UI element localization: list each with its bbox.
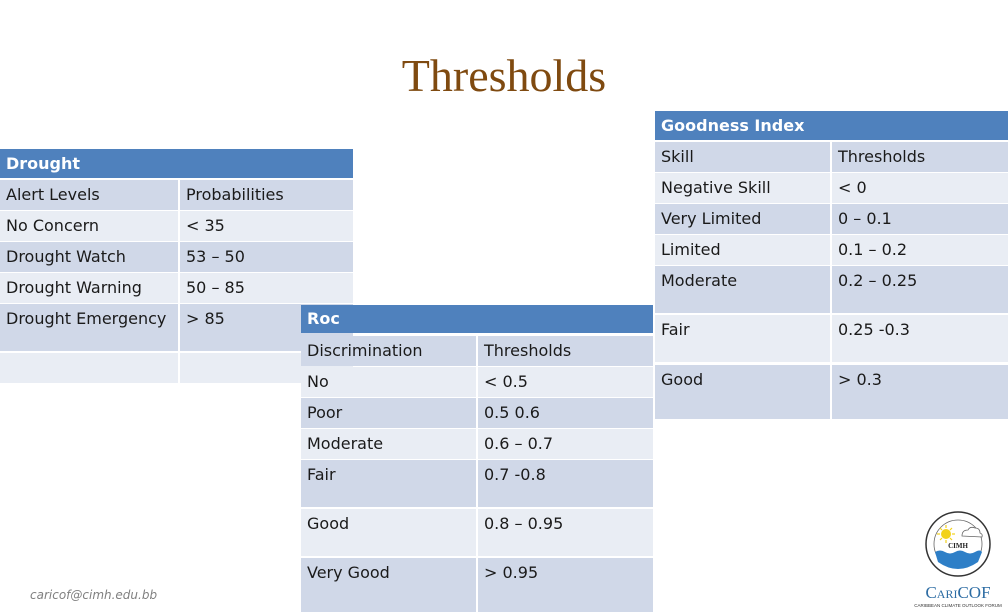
table-cell: 0.6 – 0.7 — [476, 429, 653, 459]
table-row: Very Limited 0 – 0.1 — [655, 204, 1008, 234]
table-cell: < 0.5 — [476, 367, 653, 397]
table-cell: 0.7 -0.8 — [476, 460, 653, 507]
svg-text:CIMH: CIMH — [948, 542, 968, 550]
table-row: Good 0.8 – 0.95 — [301, 509, 653, 556]
table-row: Moderate 0.6 – 0.7 — [301, 429, 653, 459]
table-cell: Good — [661, 370, 704, 389]
drought-table-header: Drought — [0, 149, 353, 178]
table-cell — [0, 353, 176, 383]
table-row: Skill Thresholds — [655, 142, 1008, 172]
column-header: Probabilities — [178, 180, 353, 210]
table-cell: Fair — [661, 320, 690, 339]
column-header: Skill — [661, 147, 694, 166]
table-cell: No Concern — [6, 216, 100, 235]
column-header: Thresholds — [476, 336, 653, 366]
roc-table-header: Roc — [301, 305, 653, 333]
cimh-caricof-logo: CIMH CARICOF CARIBBEAN CLIMATE OUTLOOK F… — [912, 510, 1004, 610]
column-header: Thresholds — [830, 142, 1008, 172]
table-cell: No — [307, 372, 329, 391]
table-row: Alert Levels Probabilities — [0, 180, 353, 210]
table-cell: Negative Skill — [661, 178, 771, 197]
table-cell: 50 – 85 — [178, 273, 353, 303]
table-cell: 0.2 – 0.25 — [830, 266, 1008, 313]
table-cell: > 0.3 — [830, 365, 1008, 419]
footer-email: caricof@cimh.edu.bb — [30, 588, 158, 602]
svg-text:CARIBBEAN CLIMATE OUTLOOK FORU: CARIBBEAN CLIMATE OUTLOOK FORUM — [914, 603, 1002, 608]
table-cell: Limited — [661, 240, 721, 259]
table-row: Drought Watch 53 – 50 — [0, 242, 353, 272]
table-cell: Poor — [307, 403, 343, 422]
table-cell: 0.25 -0.3 — [830, 315, 1008, 362]
cimh-emblem-icon: CIMH CARICOF CARIBBEAN CLIMATE OUTLOOK F… — [914, 511, 1002, 608]
table-cell: 0.8 – 0.95 — [476, 509, 653, 556]
table-cell: Moderate — [307, 434, 384, 453]
table-row: Good > 0.3 — [655, 365, 1008, 419]
table-cell: < 35 — [178, 211, 353, 241]
table-cell: Moderate — [661, 271, 738, 290]
table-cell: 53 – 50 — [178, 242, 353, 272]
table-row: Drought Warning 50 – 85 — [0, 273, 353, 303]
roc-table: Roc Discrimination Thresholds No < 0.5 P… — [301, 305, 653, 612]
table-row: Limited 0.1 – 0.2 — [655, 235, 1008, 265]
table-cell: Very Limited — [661, 209, 762, 228]
table-cell: Very Good — [307, 563, 390, 582]
table-row: No Concern < 35 — [0, 211, 353, 241]
goodness-index-table: Goodness Index Skill Thresholds Negative… — [655, 111, 1008, 419]
table-row: Moderate 0.2 – 0.25 — [655, 266, 1008, 313]
goodness-index-table-header: Goodness Index — [655, 111, 1008, 140]
table-row: Negative Skill < 0 — [655, 173, 1008, 203]
table-cell: Good — [307, 514, 350, 533]
table-cell: 0.1 – 0.2 — [830, 235, 1008, 265]
table-cell: Fair — [307, 465, 336, 484]
table-row: Discrimination Thresholds — [301, 336, 653, 366]
table-row: Fair 0.25 -0.3 — [655, 315, 1008, 362]
slide-title: Thresholds — [401, 50, 607, 101]
table-cell: 0.5 0.6 — [476, 398, 653, 428]
table-row: Fair 0.7 -0.8 — [301, 460, 653, 507]
table-cell: 0 – 0.1 — [830, 204, 1008, 234]
table-row: Poor 0.5 0.6 — [301, 398, 653, 428]
column-header: Alert Levels — [6, 185, 100, 204]
table-cell: < 0 — [830, 173, 1008, 203]
table-cell: Drought Emergency — [6, 309, 167, 328]
table-row: No < 0.5 — [301, 367, 653, 397]
table-cell: > 0.95 — [476, 558, 653, 612]
table-cell: Drought Watch — [6, 247, 126, 266]
svg-text:CARICOF: CARICOF — [925, 583, 990, 602]
table-row: Very Good > 0.95 — [301, 558, 653, 612]
column-header: Discrimination — [307, 341, 423, 360]
table-cell: Drought Warning — [6, 278, 142, 297]
